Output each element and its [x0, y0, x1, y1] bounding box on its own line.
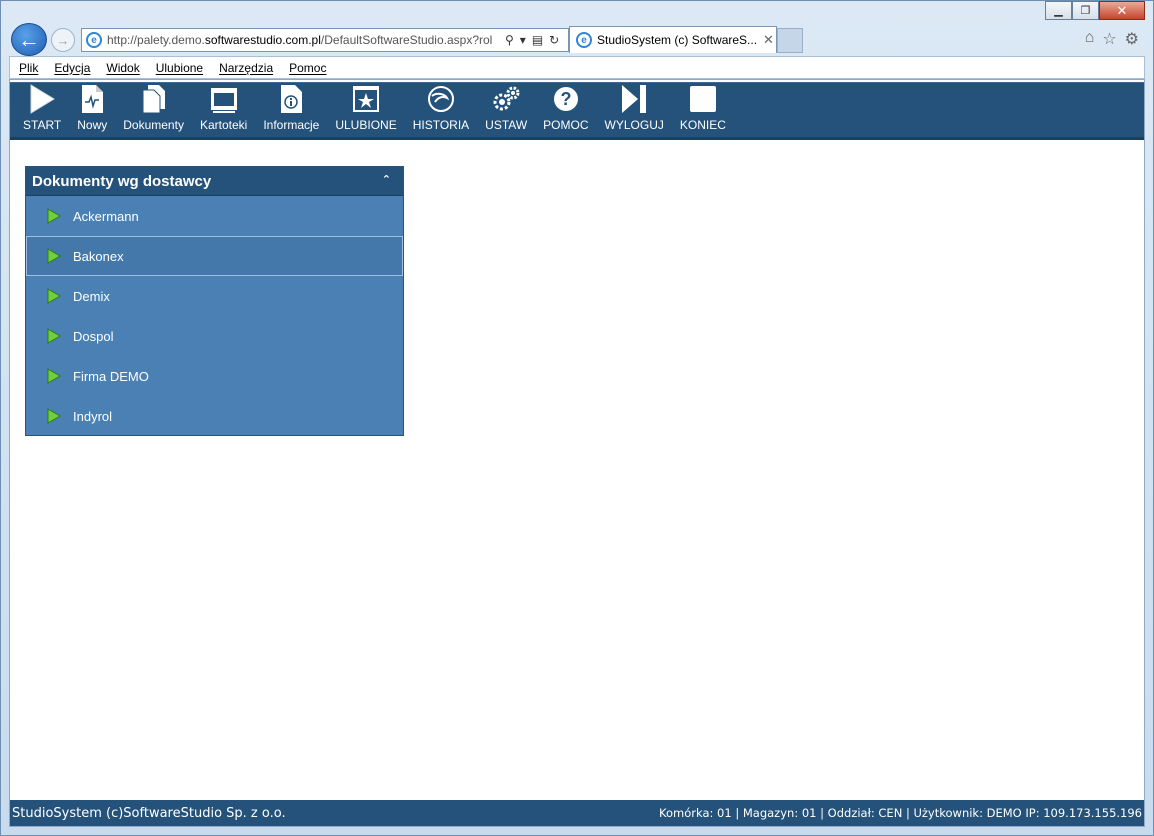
help-icon: ? — [551, 84, 581, 114]
menu-narzedzia[interactable]: Narzędzia — [219, 61, 273, 75]
toolbar-wyloguj-button[interactable]: WYLOGUJ — [597, 83, 672, 137]
toolbar-informacje-button[interactable]: Informacje — [255, 83, 327, 137]
window-controls: ▁ ❐ ✕ — [1045, 1, 1145, 20]
browser-window: ▁ ❐ ✕ ← → e http://palety.demo.softwares… — [0, 0, 1154, 836]
toolbar-label: Nowy — [77, 118, 108, 132]
toolbar-historia-button[interactable]: HISTORIA — [405, 83, 477, 137]
supplier-label: Dospol — [73, 328, 114, 344]
toolbar-ustaw-button[interactable]: USTAW — [477, 83, 535, 137]
toolbar-dokumenty-button[interactable]: Dokumenty — [115, 83, 192, 137]
menu-plik[interactable]: Plik — [19, 61, 38, 75]
play-icon — [27, 84, 57, 114]
supplier-item-demix[interactable]: Demix — [26, 276, 403, 316]
favorites-star-icon[interactable]: ☆ — [1102, 29, 1116, 49]
logout-icon — [619, 84, 649, 114]
home-icon[interactable]: ⌂ — [1085, 29, 1095, 49]
toolbar-pomoc-button[interactable]: ? POMOC — [535, 83, 596, 137]
toolbar-label: START — [23, 118, 62, 132]
supplier-label: Indyrol — [73, 408, 113, 424]
supplier-item-indyrol[interactable]: Indyrol — [26, 396, 403, 436]
star-icon — [351, 84, 381, 114]
tab-ie-icon: e — [576, 32, 592, 48]
app-toolbar: START Nowy Dokumenty Kartoteki Informacj… — [10, 82, 1144, 140]
toolbar-label: KONIEC — [679, 118, 726, 132]
dropdown-arrow-icon[interactable]: ▾ — [520, 33, 526, 47]
menu-widok[interactable]: Widok — [106, 61, 139, 75]
compatibility-view-icon[interactable]: ▤ — [532, 33, 543, 47]
menu-pomoc[interactable]: Pomoc — [289, 61, 326, 75]
toolbar-label: ULUBIONE — [335, 118, 397, 132]
stop-icon — [688, 84, 718, 114]
search-icon[interactable]: ⚲ — [505, 33, 514, 47]
toolbar-label: USTAW — [485, 118, 528, 132]
tab-title: StudioSystem (c) SoftwareS... — [597, 33, 757, 47]
toolbar-start-button[interactable]: START — [15, 83, 69, 137]
status-copyright: StudioSystem (c)SoftwareStudio Sp. z o.o… — [12, 805, 286, 821]
tab-close-icon[interactable]: ✕ — [763, 32, 774, 48]
supplier-label: Bakonex — [73, 248, 124, 264]
toolbar-ulubione-button[interactable]: ULUBIONE — [327, 83, 404, 137]
gears-icon — [491, 84, 521, 114]
minimize-button[interactable]: ▁ — [1045, 1, 1072, 20]
toolbar-label: Informacje — [263, 118, 320, 132]
close-window-button[interactable]: ✕ — [1099, 1, 1145, 20]
supplier-documents-panel: Dokumenty wg dostawcy ⌃ Ackermann Bakone… — [25, 166, 404, 436]
forward-button[interactable]: → — [51, 28, 75, 52]
collapse-chevron-icon[interactable]: ⌃ — [382, 173, 391, 186]
page-viewport: START Nowy Dokumenty Kartoteki Informacj… — [9, 79, 1145, 827]
green-arrow-icon — [47, 248, 61, 264]
menu-edycja[interactable]: Edycja — [54, 61, 90, 75]
green-arrow-icon — [47, 208, 61, 224]
toolbar-label: Kartoteki — [199, 118, 248, 132]
info-icon — [276, 84, 306, 114]
green-arrow-icon — [47, 328, 61, 344]
green-arrow-icon — [47, 408, 61, 424]
supplier-list: Ackermann Bakonex Demix Dospol Firma DEM… — [26, 196, 403, 436]
panel-title: Dokumenty wg dostawcy — [32, 172, 212, 190]
supplier-item-bakonex[interactable]: Bakonex — [26, 236, 403, 276]
cards-icon — [209, 84, 239, 114]
ie-page-icon: e — [86, 32, 102, 48]
toolbar-label: Dokumenty — [123, 118, 184, 132]
address-url[interactable]: http://palety.demo.softwarestudio.com.pl… — [107, 33, 499, 47]
new-document-icon — [77, 84, 107, 114]
supplier-item-ackermann[interactable]: Ackermann — [26, 196, 403, 236]
supplier-item-firma-demo[interactable]: Firma DEMO — [26, 356, 403, 396]
green-arrow-icon — [47, 368, 61, 384]
status-bar: StudioSystem (c)SoftwareStudio Sp. z o.o… — [10, 800, 1144, 826]
supplier-label: Firma DEMO — [73, 368, 149, 384]
settings-gear-icon[interactable]: ⚙ — [1125, 29, 1139, 49]
menu-ulubione[interactable]: Ulubione — [156, 61, 203, 75]
address-bar[interactable]: e http://palety.demo.softwarestudio.com.… — [81, 28, 569, 52]
restore-button[interactable]: ❐ — [1072, 1, 1099, 20]
svg-text:?: ? — [560, 89, 571, 109]
back-button[interactable]: ← — [11, 23, 47, 56]
toolbar-nowy-button[interactable]: Nowy — [69, 83, 115, 137]
navigation-bar: ← → e http://palety.demo.softwarestudio.… — [9, 23, 1145, 56]
toolbar-koniec-button[interactable]: KONIEC — [672, 83, 734, 137]
toolbar-label: WYLOGUJ — [604, 118, 664, 132]
menu-bar: Plik Edycja Widok Ulubione Narzędzia Pom… — [9, 56, 1145, 79]
toolbar-kartoteki-button[interactable]: Kartoteki — [192, 83, 255, 137]
status-session-info: Komórka: 01 | Magazyn: 01 | Oddział: CEN… — [659, 806, 1142, 820]
toolbar-label: POMOC — [543, 118, 589, 132]
history-icon — [426, 84, 456, 114]
new-tab-button[interactable] — [777, 28, 803, 53]
supplier-label: Ackermann — [73, 208, 139, 224]
supplier-label: Demix — [73, 288, 110, 304]
toolbar-label: HISTORIA — [412, 118, 470, 132]
documents-icon — [139, 84, 169, 114]
green-arrow-icon — [47, 288, 61, 304]
refresh-icon[interactable]: ↻ — [549, 33, 559, 47]
panel-header: Dokumenty wg dostawcy ⌃ — [26, 167, 403, 196]
supplier-item-dospol[interactable]: Dospol — [26, 316, 403, 356]
browser-tab[interactable]: e StudioSystem (c) SoftwareS... ✕ — [569, 26, 777, 53]
